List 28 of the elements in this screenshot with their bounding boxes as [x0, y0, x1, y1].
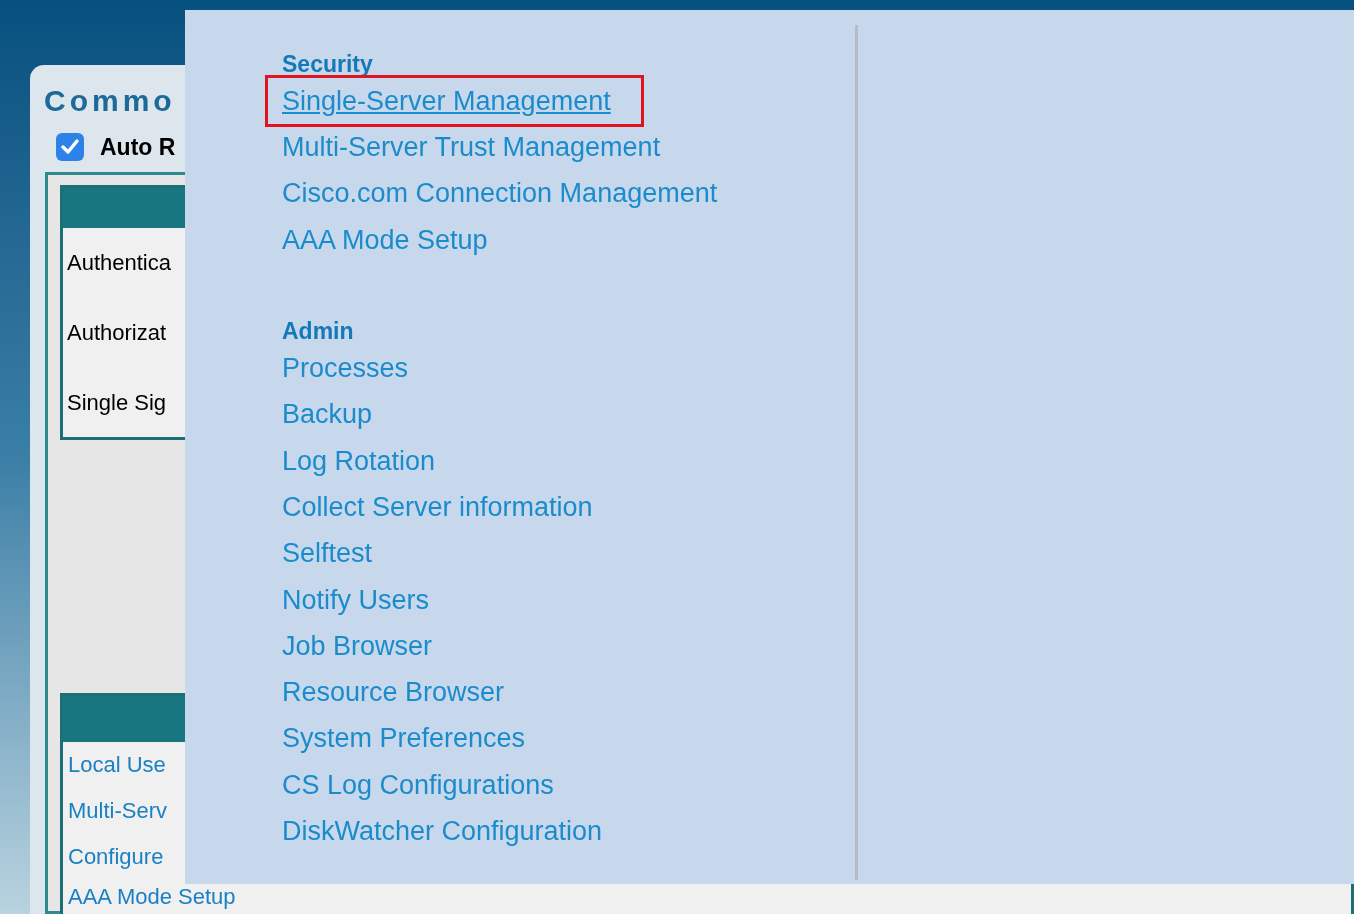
- table-cell-text: Authorizat: [67, 319, 167, 347]
- menu-item[interactable]: Job Browser: [282, 625, 433, 667]
- menu-item[interactable]: Selftest: [282, 533, 373, 574]
- menu-item[interactable]: Log Rotation: [282, 440, 436, 482]
- menu-item[interactable]: Notify Users: [282, 579, 430, 621]
- nav-link[interactable]: Configure: [68, 844, 164, 870]
- table-cell-text: Authentica: [67, 249, 171, 277]
- nav-link[interactable]: Local Use: [68, 752, 166, 778]
- checkmark-icon: [60, 137, 80, 157]
- checkbox[interactable]: [56, 133, 84, 161]
- menu-item[interactable]: CS Log Configurations: [282, 764, 554, 806]
- menu-item[interactable]: Backup: [282, 394, 373, 435]
- menu-item[interactable]: Cisco.com Connection Management: [282, 173, 718, 214]
- menu-item[interactable]: Collect Server information: [282, 486, 593, 528]
- nav-link[interactable]: Multi-Serv: [68, 798, 167, 824]
- checkbox-label: Auto R: [100, 132, 176, 162]
- menu-section-title: Security: [282, 49, 373, 79]
- menu-item[interactable]: Multi-Server Trust Management: [282, 127, 661, 168]
- panel-title: Commo: [44, 85, 176, 117]
- menu-section-title: Admin: [282, 316, 354, 346]
- table-cell-text: Single Sig: [67, 389, 167, 417]
- menu-item[interactable]: Resource Browser: [282, 672, 505, 713]
- menu-item[interactable]: System Preferences: [282, 718, 526, 759]
- menu-item[interactable]: AAA Mode Setup: [282, 219, 488, 261]
- nav-link[interactable]: AAA Mode Setup: [68, 884, 236, 910]
- menu-item[interactable]: Processes: [282, 348, 409, 389]
- menu-item[interactable]: Single-Server Management: [282, 80, 611, 122]
- menu-item[interactable]: DiskWatcher Configuration: [282, 811, 603, 852]
